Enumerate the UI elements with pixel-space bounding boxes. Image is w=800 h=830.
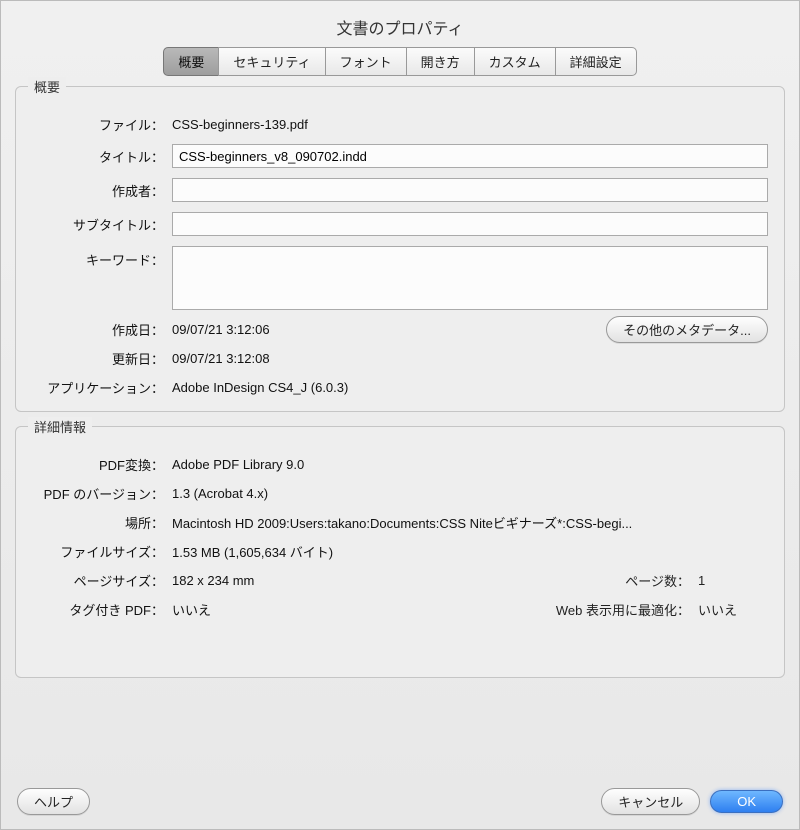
tab-overview[interactable]: 概要 xyxy=(163,47,219,76)
help-button[interactable]: ヘルプ xyxy=(17,788,90,815)
more-metadata-button[interactable]: その他のメタデータ... xyxy=(606,316,768,343)
document-properties-dialog: 文書のプロパティ 概要 セキュリティ フォント 開き方 カスタム 詳細設定 概要… xyxy=(0,0,800,830)
version-label: PDF のバージョン： xyxy=(32,484,172,503)
tab-open[interactable]: 開き方 xyxy=(406,47,475,76)
dialog-footer: ヘルプ キャンセル OK xyxy=(1,788,799,815)
location-value: Macintosh HD 2009:Users:takano:Documents… xyxy=(172,513,768,532)
fastweb-label: Web 表示用に最適化： xyxy=(548,600,698,619)
modified-value: 09/07/21 3:12:08 xyxy=(172,351,768,366)
filesize-label: ファイルサイズ： xyxy=(32,542,172,561)
overview-group-title: 概要 xyxy=(28,77,66,96)
tab-custom[interactable]: カスタム xyxy=(474,47,556,76)
author-input[interactable] xyxy=(172,178,768,202)
application-value: Adobe InDesign CS4_J (6.0.3) xyxy=(172,380,768,395)
created-label: 作成日： xyxy=(32,320,172,339)
subtitle-input[interactable] xyxy=(172,212,768,236)
pagecount-value: 1 xyxy=(698,573,768,588)
keywords-input[interactable] xyxy=(172,246,768,310)
subtitle-label: サブタイトル： xyxy=(32,215,172,234)
detail-group-title: 詳細情報 xyxy=(28,417,92,436)
pagesize-label: ページサイズ： xyxy=(32,571,172,590)
file-label: ファイル： xyxy=(32,115,172,134)
pagecount-label: ページ数： xyxy=(548,571,698,590)
cancel-button[interactable]: キャンセル xyxy=(601,788,700,815)
tagged-label: タグ付き PDF： xyxy=(32,600,172,619)
filesize-value: 1.53 MB (1,605,634 バイト) xyxy=(172,542,768,561)
location-label: 場所： xyxy=(32,513,172,532)
keywords-label: キーワード： xyxy=(32,246,172,269)
tab-advanced[interactable]: 詳細設定 xyxy=(555,47,637,76)
fastweb-value: いいえ xyxy=(698,600,768,619)
tab-font[interactable]: フォント xyxy=(325,47,407,76)
tagged-value: いいえ xyxy=(172,600,548,619)
tab-security[interactable]: セキュリティ xyxy=(218,47,325,76)
overview-group: 概要 ファイル： CSS-beginners-139.pdf タイトル： 作成者… xyxy=(15,86,785,412)
version-value: 1.3 (Acrobat 4.x) xyxy=(172,486,768,501)
tab-bar: 概要 セキュリティ フォント 開き方 カスタム 詳細設定 xyxy=(1,47,799,76)
detail-group: 詳細情報 PDF変換： Adobe PDF Library 9.0 PDF のバ… xyxy=(15,426,785,678)
title-label: タイトル： xyxy=(32,147,172,166)
application-label: アプリケーション： xyxy=(32,378,172,397)
ok-button[interactable]: OK xyxy=(710,790,783,813)
producer-label: PDF変換： xyxy=(32,455,172,474)
content-area: 概要 ファイル： CSS-beginners-139.pdf タイトル： 作成者… xyxy=(1,82,799,702)
pagesize-value: 182 x 234 mm xyxy=(172,573,548,588)
file-value: CSS-beginners-139.pdf xyxy=(172,117,768,132)
title-input[interactable] xyxy=(172,144,768,168)
modified-label: 更新日： xyxy=(32,349,172,368)
author-label: 作成者： xyxy=(32,181,172,200)
producer-value: Adobe PDF Library 9.0 xyxy=(172,457,768,472)
dialog-title: 文書のプロパティ xyxy=(1,1,799,47)
